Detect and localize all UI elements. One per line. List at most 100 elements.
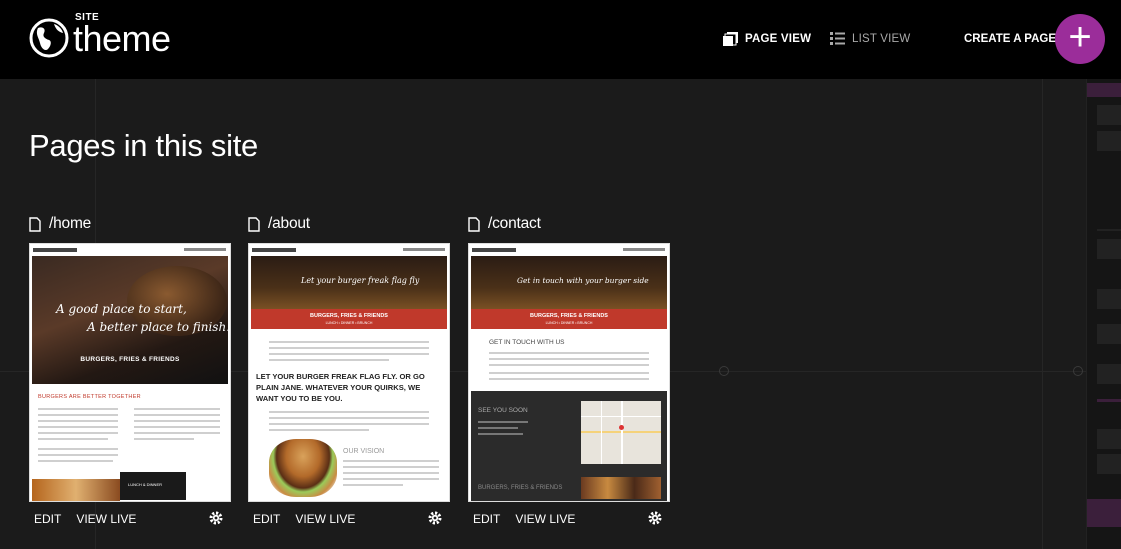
page-path[interactable]: /about (268, 215, 310, 233)
panel-field (1097, 131, 1121, 151)
edit-button[interactable]: EDIT (473, 512, 500, 526)
thumb-text-line (38, 420, 118, 422)
thumb-text-line (478, 427, 518, 429)
thumb-text-line (478, 433, 523, 435)
create-page-button[interactable]: + (1055, 14, 1105, 64)
panel-highlight (1087, 499, 1121, 527)
page-path[interactable]: /contact (488, 215, 541, 233)
site-theme-logo[interactable]: SITE theme (29, 12, 189, 62)
thumb-text-line (489, 378, 649, 380)
page-card-actions: EDIT VIEW LIVE (473, 510, 669, 526)
edit-button[interactable]: EDIT (34, 512, 61, 526)
page-thumbnail[interactable]: Let your burger freak flag fly BURGERS, … (248, 243, 450, 502)
thumb-text-line (134, 432, 220, 434)
thumb-hero-image: Let your burger freak flag fly (251, 256, 447, 309)
thumb-hero-line1: A good place to start, (56, 302, 187, 316)
thumb-text-line (269, 417, 429, 419)
page-file-icon (468, 216, 480, 232)
thumb-text-line (489, 372, 649, 374)
panel-field (1097, 105, 1121, 125)
thumb-map (581, 401, 661, 464)
page-card-about: /about Let your burger freak flag fly BU… (248, 212, 450, 526)
page-thumbnail[interactable]: Get in touch with your burger side BURGE… (468, 243, 670, 502)
page-card-header: /about (248, 212, 450, 236)
panel-field (1097, 454, 1121, 474)
page-card-actions: EDIT VIEW LIVE (34, 510, 230, 526)
thumb-text-line (269, 341, 429, 343)
page-card-actions: EDIT VIEW LIVE (253, 510, 449, 526)
page-card-contact: /contact Get in touch with your burger s… (468, 212, 670, 526)
create-page-label[interactable]: CREATE A PAGE (964, 33, 1056, 45)
page-file-icon (248, 216, 260, 232)
page-view-icon (723, 32, 738, 46)
thumb-text-line (134, 408, 220, 410)
thumb-text-line (478, 421, 528, 423)
thumb-text-line (269, 347, 429, 349)
guide-handle (719, 366, 729, 376)
thumb-food-image (32, 479, 120, 501)
thumb-text-line (134, 420, 220, 422)
thumb-nav (249, 244, 449, 256)
list-view-label: LIST VIEW (852, 32, 911, 45)
panel-field (1097, 239, 1121, 259)
thumb-dark-section: SEE YOU SOON BURGERS, FRIES & FRIENDS (471, 391, 667, 501)
thumb-text-line (343, 466, 439, 468)
background-settings-panel (1086, 79, 1121, 549)
page-view-label: PAGE VIEW (745, 33, 812, 45)
thumb-text-line (38, 408, 118, 410)
logo-big-text: theme (73, 18, 171, 59)
panel-field (1097, 364, 1121, 384)
thumb-text-line (134, 438, 194, 440)
gear-icon[interactable] (647, 510, 663, 526)
page-path[interactable]: /home (49, 215, 91, 233)
view-live-button[interactable]: VIEW LIVE (515, 512, 575, 526)
thumb-section-heading: GET IN TOUCH WITH US (489, 339, 565, 346)
thumb-text-line (489, 364, 649, 366)
thumb-hero-image: Get in touch with your burger side (471, 256, 667, 309)
thumb-sub-brand: LUNCH • DINNER • BRUNCH (325, 321, 373, 325)
thumb-text-line (343, 484, 403, 486)
page-file-icon (29, 216, 41, 232)
edit-button[interactable]: EDIT (253, 512, 280, 526)
thumb-text-line (134, 426, 220, 428)
panel-field (1097, 289, 1121, 309)
thumb-hero-line1: Let your burger freak flag fly (301, 276, 420, 285)
thumb-text-line (269, 429, 369, 431)
view-live-button[interactable]: VIEW LIVE (76, 512, 136, 526)
page-thumbnail[interactable]: A good place to start, A better place to… (29, 243, 231, 502)
page-card-header: /home (29, 212, 231, 236)
page-view-button[interactable]: PAGE VIEW (723, 32, 811, 46)
guide-handle (1073, 366, 1083, 376)
thumb-section-heading: BURGERS ARE BETTER TOGETHER (38, 394, 141, 400)
thumb-text-line (489, 358, 649, 360)
thumb-dark-block: LUNCH & DINNER (120, 472, 186, 500)
thumb-burger-image (269, 439, 337, 497)
thumb-brand: BURGERS, FRIES & FRIENDS (310, 313, 388, 319)
list-view-icon (830, 32, 845, 45)
gear-icon[interactable] (427, 510, 443, 526)
list-view-button[interactable]: LIST VIEW (830, 32, 910, 45)
thumb-text-line (343, 460, 439, 462)
thumb-text-line (269, 353, 429, 355)
view-live-button[interactable]: VIEW LIVE (295, 512, 355, 526)
thumb-text-line (269, 423, 429, 425)
thumb-text-line (343, 472, 439, 474)
gear-icon[interactable] (208, 510, 224, 526)
panel-field (1097, 429, 1121, 449)
thumb-text-line (269, 359, 389, 361)
panel-highlight (1087, 83, 1121, 97)
thumb-footer-brand: BURGERS, FRIES & FRIENDS (478, 485, 563, 491)
thumb-brand-bar: BURGERS, FRIES & FRIENDS LUNCH • DINNER … (251, 309, 447, 329)
thumb-brand-bar: BURGERS, FRIES & FRIENDS LUNCH • DINNER … (471, 309, 667, 329)
thumb-see-you: SEE YOU SOON (478, 407, 528, 414)
thumb-text-line (38, 432, 118, 434)
page-title: Pages in this site (29, 128, 258, 163)
page-card-home: /home A good place to start, A better pl… (29, 212, 231, 526)
thumb-text-line (38, 414, 118, 416)
page-card-header: /contact (468, 212, 670, 236)
guide-line (1042, 79, 1043, 549)
thumb-nav (30, 244, 230, 256)
thumb-hero-image: A good place to start, A better place to… (32, 256, 230, 384)
panel-slider (1097, 399, 1121, 402)
thumb-brand: BURGERS, FRIES & FRIENDS (530, 313, 608, 319)
